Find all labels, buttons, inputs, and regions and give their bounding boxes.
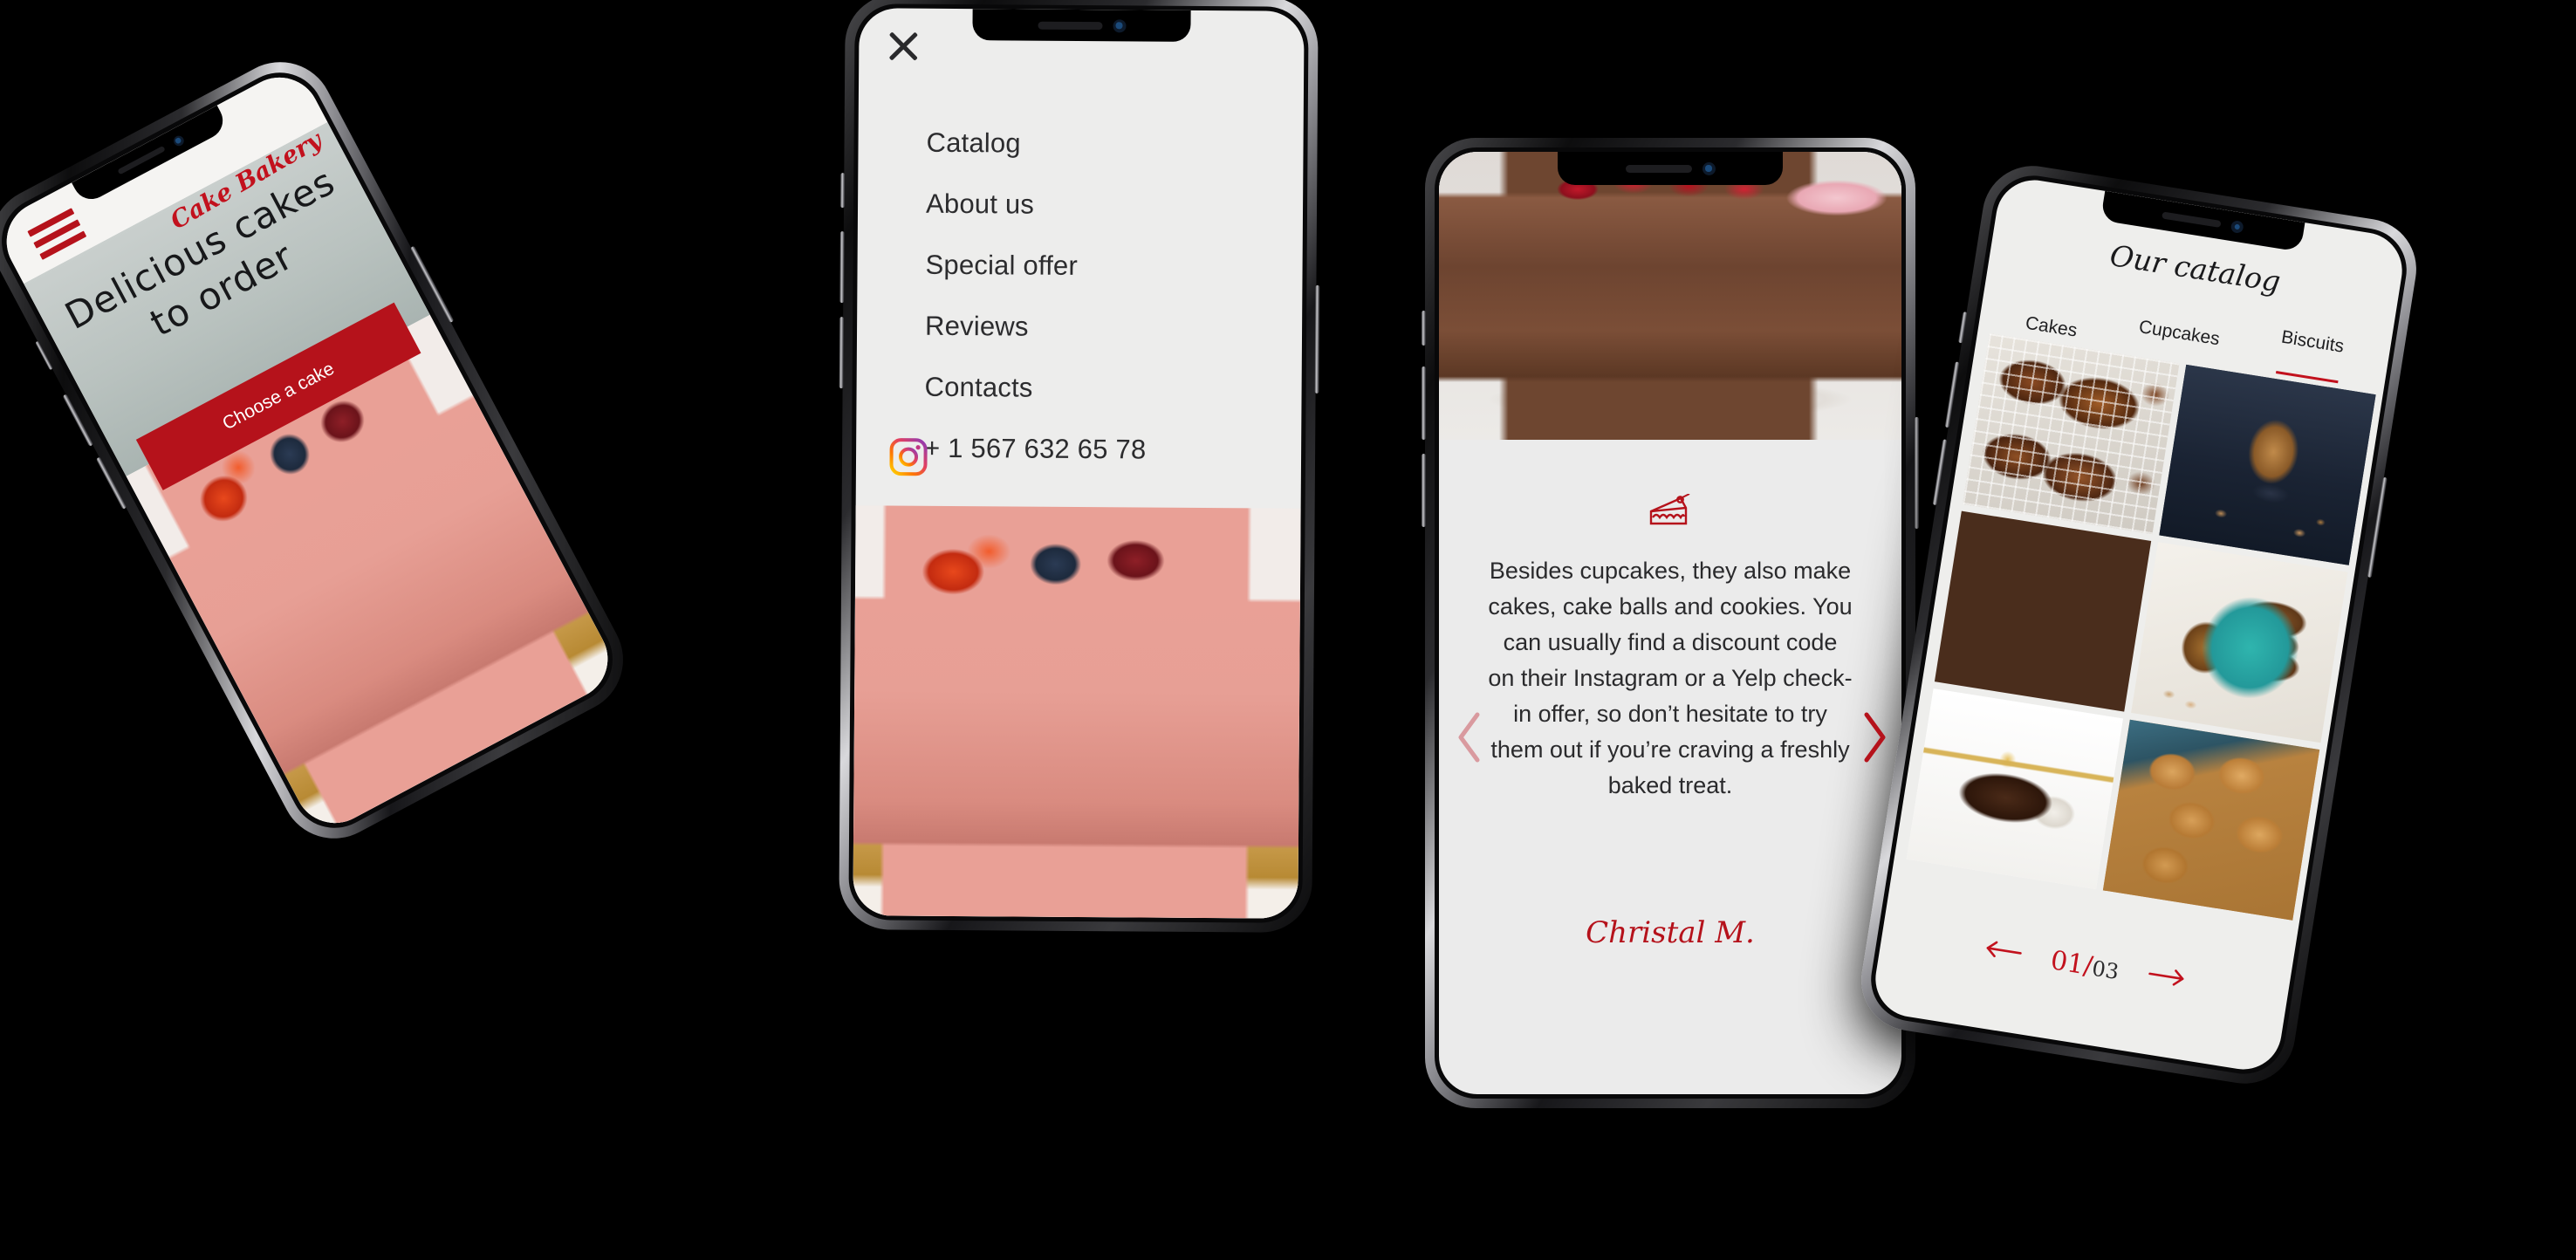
- phone-number-link[interactable]: + 1 567 632 65 78: [924, 433, 1146, 466]
- front-camera: [1112, 18, 1127, 32]
- phone3-volume-down-button[interactable]: [1422, 454, 1426, 527]
- menu-item-contacts[interactable]: Contacts: [924, 372, 1146, 405]
- phone3-notch: [1558, 152, 1783, 185]
- gallery-item[interactable]: [2131, 542, 2348, 743]
- phone2-volume-down-button[interactable]: [839, 317, 845, 389]
- front-camera: [1702, 161, 1716, 175]
- front-camera: [2230, 220, 2244, 235]
- menu-item-reviews[interactable]: Reviews: [925, 311, 1147, 344]
- earpiece-speaker: [1037, 21, 1103, 30]
- menu-item-about-us[interactable]: About us: [926, 188, 1148, 222]
- tab-cupcakes[interactable]: Cupcakes: [2135, 317, 2222, 364]
- phone3-screen: Besides cupcakes, they also make cakes, …: [1439, 152, 1901, 1094]
- navigation-menu: Catalog About us Special offer Reviews C…: [889, 127, 1148, 495]
- phone-mockup-catalog: Our catalog Cakes Cupcakes Biscuits 01/0…: [1853, 158, 2424, 1092]
- phone2-mute-button[interactable]: [840, 173, 846, 209]
- chevron-right-icon[interactable]: [1860, 710, 1889, 769]
- phone4-volume-down-button[interactable]: [1932, 439, 1948, 506]
- gallery-item[interactable]: [1963, 333, 2180, 535]
- menu-item-catalog[interactable]: Catalog: [926, 127, 1148, 161]
- phone-mockup-home: Cake Bakery Delicious cakes to order Cho…: [0, 43, 642, 858]
- gallery-pagination: 01/03: [1880, 919, 2290, 1013]
- chevron-left-icon[interactable]: [1455, 710, 1484, 769]
- tab-cakes[interactable]: Cakes: [2024, 313, 2079, 342]
- phone3-power-button[interactable]: [1915, 417, 1919, 529]
- gallery-item[interactable]: [2102, 719, 2320, 921]
- cake-slice-icon: [1648, 493, 1693, 533]
- catalog-gallery: [1906, 333, 2376, 921]
- front-camera: [171, 134, 186, 148]
- gallery-item[interactable]: [2159, 364, 2376, 565]
- page-current: 01: [2048, 945, 2086, 981]
- review-hero-photo: [1439, 152, 1901, 440]
- instagram-icon[interactable]: [889, 437, 928, 476]
- earpiece-speaker: [1625, 164, 1692, 173]
- gallery-item[interactable]: [1934, 510, 2152, 712]
- phone2-screen: Catalog About us Special offer Reviews C…: [853, 8, 1305, 919]
- phone2-power-button[interactable]: [1314, 284, 1320, 394]
- review-author: Christal M.: [1586, 915, 1755, 950]
- phone2-notch: [972, 9, 1191, 42]
- close-icon[interactable]: [885, 27, 921, 64]
- phone3-mute-button[interactable]: [1422, 311, 1426, 346]
- earpiece-speaker: [2162, 211, 2222, 228]
- arrow-left-icon[interactable]: [1982, 938, 2024, 968]
- phone-mockup-review: Besides cupcakes, they also make cakes, …: [1422, 138, 1919, 1108]
- presentation-stage: Cake Bakery Delicious cakes to order Cho…: [0, 0, 2576, 1260]
- phone4-screen: Our catalog Cakes Cupcakes Biscuits 01/0…: [1870, 175, 2408, 1075]
- phone4-mute-button[interactable]: [1958, 312, 1968, 344]
- phone-mockup-menu: Catalog About us Special offer Reviews C…: [839, 0, 1320, 933]
- menu-item-special-offer[interactable]: Special offer: [925, 250, 1147, 283]
- arrow-right-icon[interactable]: [2147, 964, 2189, 994]
- review-text: Besides cupcakes, they also make cakes, …: [1488, 558, 1853, 799]
- page-total: 03: [2090, 955, 2121, 985]
- tab-biscuits[interactable]: Biscuits: [2275, 326, 2346, 384]
- phone1-screen: Cake Bakery Delicious cakes to order Cho…: [0, 63, 622, 838]
- phone2-volume-up-button[interactable]: [839, 231, 845, 304]
- menu-cake-photo: [853, 505, 1301, 919]
- page-indicator: 01/03: [2048, 945, 2120, 986]
- phone3-volume-up-button[interactable]: [1422, 366, 1426, 440]
- phone4-volume-up-button[interactable]: [1944, 361, 1960, 428]
- gallery-item[interactable]: [1906, 688, 2123, 890]
